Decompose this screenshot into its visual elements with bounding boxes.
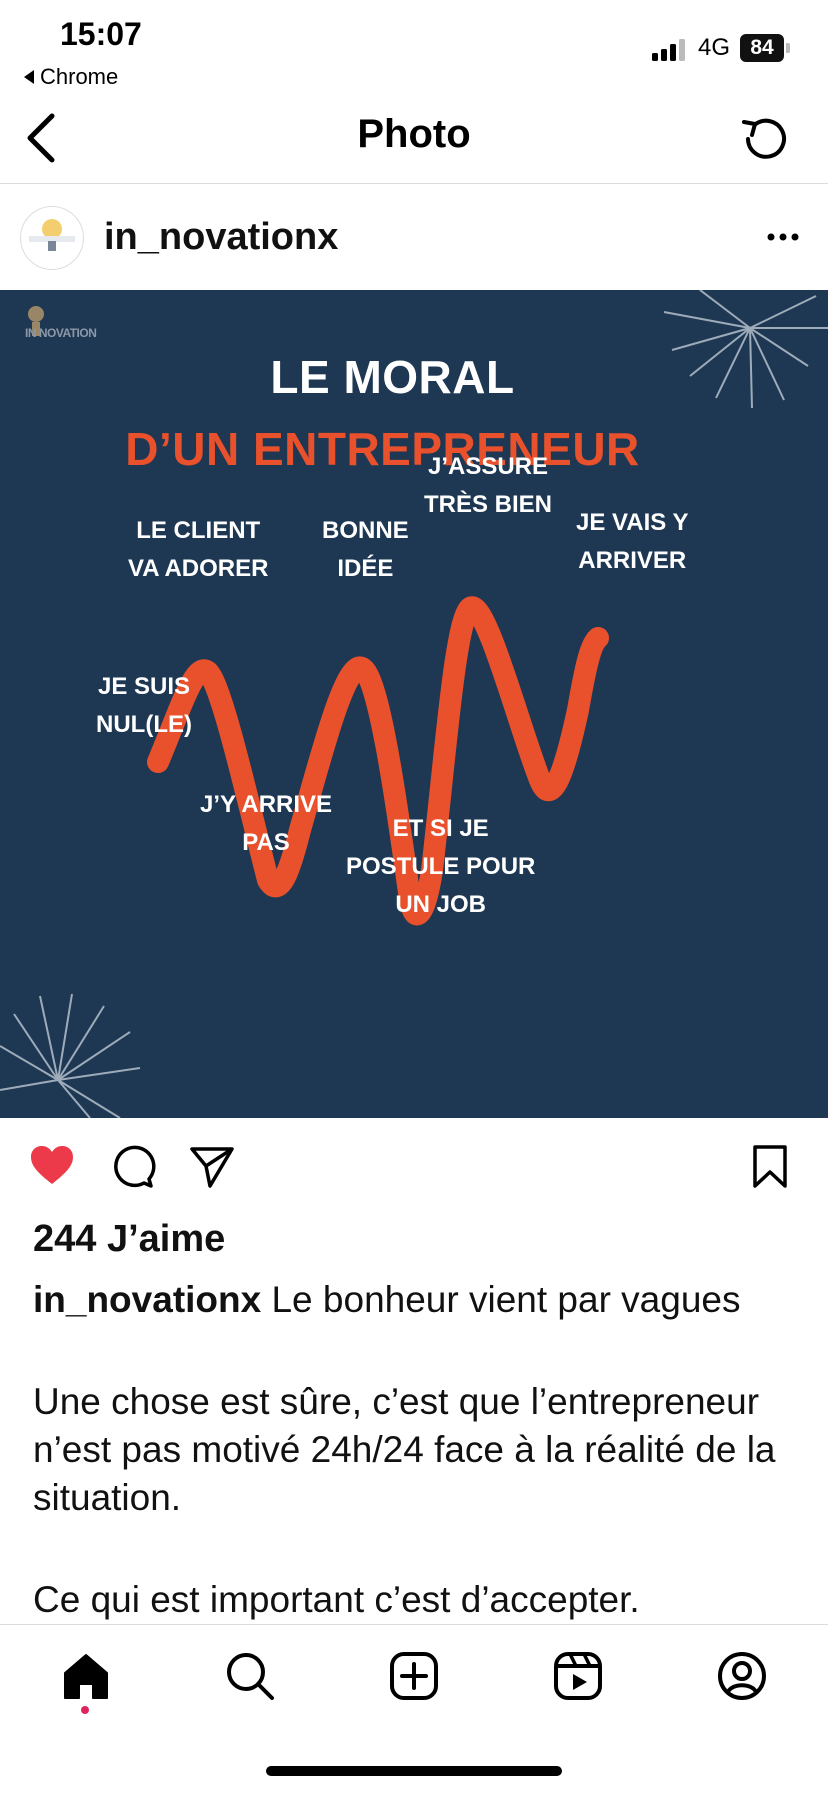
label-je-suis-nul: JE SUIS NUL(LE) [96,673,192,738]
status-time: 15:07 [60,16,142,52]
bookmark-icon[interactable] [746,1142,794,1190]
send-icon[interactable] [188,1142,236,1190]
caption-lead: Le bonheur vient par vagues [271,1279,741,1320]
caption-paragraph-2: Ce qui est important c’est d’accepter. [33,1579,640,1620]
brand-logo-icon [28,306,44,336]
back-triangle-icon [24,70,34,84]
network-type: 4G [698,34,731,61]
label-bonne-idee: BONNE IDÉE [322,517,409,582]
more-horizontal-icon[interactable] [766,229,800,245]
label-jassure: J’ASSURE TRÈS BIEN [424,453,553,518]
avatar[interactable] [20,206,84,270]
caption-paragraph-1: Une chose est sûre, c’est que l’entrepre… [33,1381,776,1518]
image-title: LE MORAL [270,351,515,403]
avatar-logo-icon [22,208,82,268]
page-title: Photo [357,112,471,156]
heart-filled-icon[interactable] [28,1142,76,1190]
profile-icon[interactable] [716,1650,768,1702]
caption-first-line: in_novationx Le bonheur vient par vagues [33,1276,803,1324]
label-jy-arrive-pas: J’Y ARRIVE PAS [200,791,333,856]
post-image[interactable]: IN NOVATION LE MORAL D’UN ENTREPRENEUR L… [0,290,828,1118]
comment-icon[interactable] [108,1142,156,1190]
sunburst-bottom-left [0,993,141,1118]
notification-dot [81,1706,89,1714]
caption-username[interactable]: in_novationx [33,1279,261,1320]
reels-icon[interactable] [552,1650,604,1702]
search-icon[interactable] [224,1650,276,1702]
create-icon[interactable] [388,1650,440,1702]
post-caption: in_novationx Le bonheur vient par vagues… [33,1276,803,1678]
label-le-client: LE CLIENT VA ADORER [128,517,269,582]
signal-icon [652,39,685,61]
refresh-icon[interactable] [738,113,790,165]
label-je-vais: JE VAIS Y ARRIVER [576,509,689,574]
back-app-label: Chrome [40,64,119,89]
home-icon[interactable] [60,1650,112,1702]
back-to-app-link[interactable]: Chrome [24,64,118,90]
post-username[interactable]: in_novationx [104,216,338,259]
brand-logo-text: IN NOVATION [25,326,97,340]
home-indicator[interactable] [266,1766,562,1776]
battery-level: 84 [740,34,784,62]
header-divider [0,183,828,184]
battery-icon: 84 [740,34,790,64]
image-subtitle: D’UN ENTREPRENEUR [125,423,640,475]
like-count[interactable]: 244 J’aime [33,1218,225,1261]
label-et-si-je: ET SI JE POSTULE POUR UN JOB [346,815,536,918]
